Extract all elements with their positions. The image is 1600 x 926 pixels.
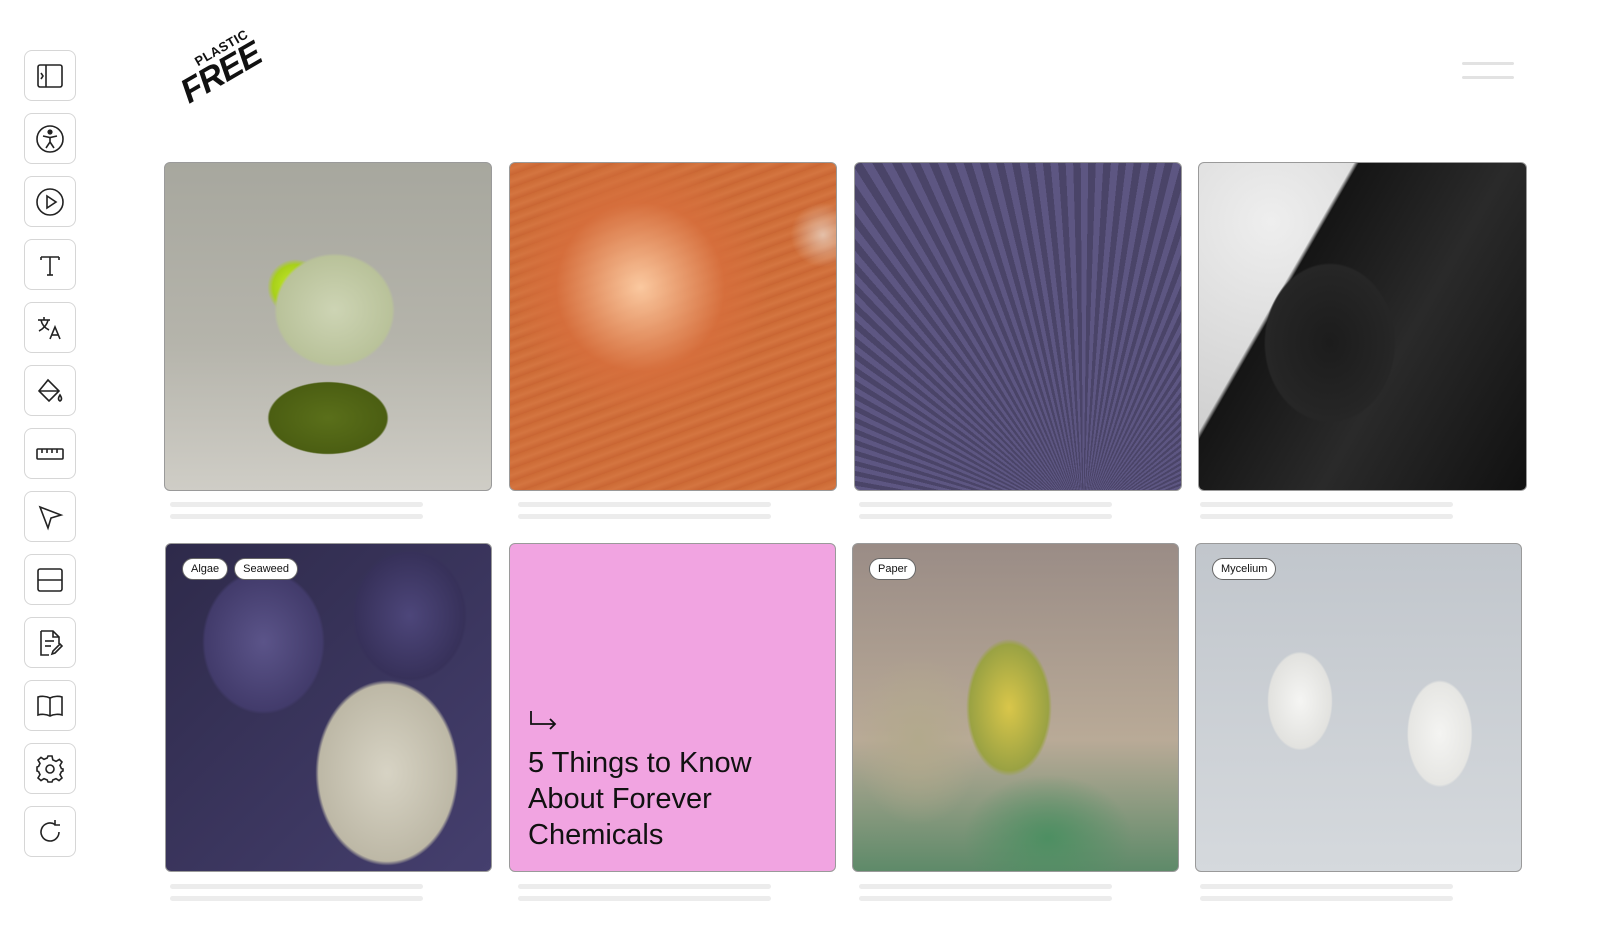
article-title: 5 Things to Know About Forever Chemicals [528,747,752,851]
card-caption-placeholder [170,896,423,901]
text-size-icon [40,255,60,276]
accessibility-icon [36,124,64,153]
card-caption-placeholder [859,884,1112,889]
cursor-button[interactable] [24,491,76,542]
card-caption-placeholder [1200,884,1453,889]
translate-icon [38,316,61,339]
tag-paper[interactable]: Paper [869,558,917,580]
card-caption-placeholder [859,514,1112,519]
card-caption-placeholder [859,502,1112,507]
sidebar-toggle-icon [37,63,63,88]
card-caption-placeholder [518,514,771,519]
translate-button[interactable] [24,302,76,353]
accessibility-button[interactable] [24,113,76,164]
gear-icon [36,754,64,783]
document-edit-icon [40,629,64,656]
card-article-forever-chemicals[interactable]: 5 Things to Know About Forever Chemicals [509,543,836,872]
sidebar-toggle-button[interactable] [24,50,76,101]
card-paper-image[interactable]: Paper [852,543,1179,872]
card-caption-placeholder [518,896,771,901]
card-caption-placeholder [170,502,423,507]
book-button[interactable] [24,680,76,731]
card-mycelium-image[interactable]: Mycelium [1195,543,1522,872]
card-caption-placeholder [518,884,771,889]
document-edit-button[interactable] [24,617,76,668]
tag-algae[interactable]: Algae [182,558,229,580]
ruler-icon [36,447,64,460]
color-fill-icon [37,378,63,402]
text-size-button[interactable] [24,239,76,290]
card-caption-placeholder [859,896,1112,901]
book-icon [37,695,63,717]
arrow-down-right-icon [530,711,557,730]
play-button[interactable] [24,176,76,227]
card-yarn-image[interactable]: Algae Seaweed [165,543,492,872]
card-caption-placeholder [1200,514,1453,519]
card-caption-placeholder [1200,502,1453,507]
plastic-free-logo[interactable]: PLASTIC FREE [172,26,268,116]
play-icon [36,187,64,216]
hamburger-menu-icon[interactable] [1462,62,1514,84]
card-droplet-image[interactable] [509,162,837,491]
reset-button[interactable] [24,806,76,857]
reading-mask-button[interactable] [24,554,76,605]
card-caption-placeholder [170,514,423,519]
tag-list: Mycelium [1212,558,1277,580]
tag-mycelium[interactable]: Mycelium [1212,558,1277,580]
tag-list: Algae Seaweed [182,558,299,580]
card-caption-placeholder [170,884,423,889]
card-sculpture-image[interactable] [164,162,492,491]
tag-list: Paper [869,558,917,580]
ruler-button[interactable] [24,428,76,479]
card-fashion-image[interactable] [1198,162,1527,491]
cursor-icon [38,505,64,530]
card-caption-placeholder [1200,896,1453,901]
settings-button[interactable] [24,743,76,794]
reset-icon [40,819,60,842]
color-fill-button[interactable] [24,365,76,416]
reading-mask-icon [37,567,63,592]
card-mushroom-image[interactable] [854,162,1182,491]
tag-seaweed[interactable]: Seaweed [234,558,299,580]
card-caption-placeholder [518,502,771,507]
